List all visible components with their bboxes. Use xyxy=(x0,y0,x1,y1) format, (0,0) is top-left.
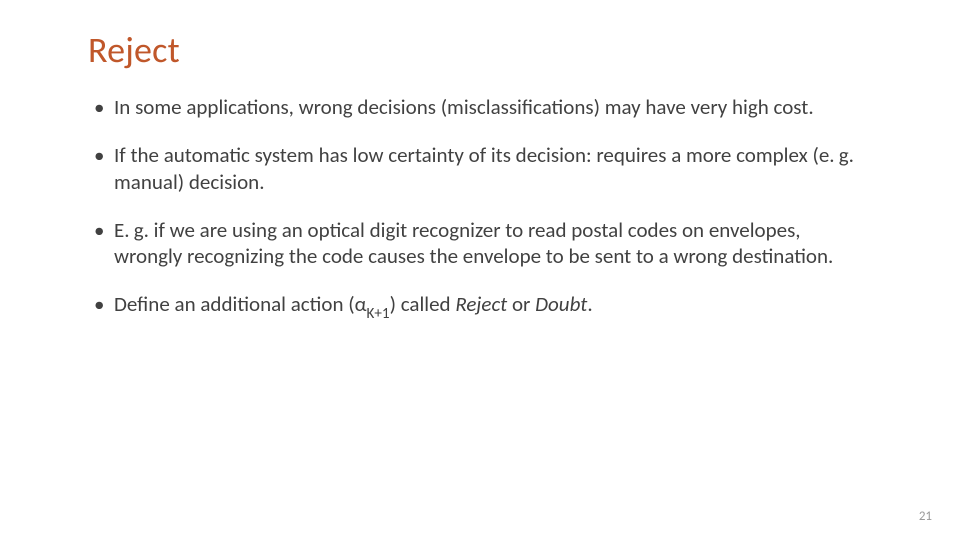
slide-title: Reject xyxy=(88,28,872,72)
italic-term: Doubt xyxy=(535,291,587,317)
bullet-item: In some applications, wrong decisions (m… xyxy=(88,94,872,120)
bullet-list: In some applications, wrong decisions (m… xyxy=(88,94,872,322)
italic-term: Reject xyxy=(455,291,507,317)
bullet-text: If the automatic system has low certaint… xyxy=(114,142,854,194)
bullet-item: If the automatic system has low certaint… xyxy=(88,142,872,195)
bullet-text-pre: Define an additional action (α xyxy=(114,291,367,317)
subscript: K+1 xyxy=(367,305,390,323)
bullet-item: E. g. if we are using an optical digit r… xyxy=(88,217,872,270)
bullet-text-mid: ) called xyxy=(390,291,456,317)
bullet-text: In some applications, wrong decisions (m… xyxy=(114,94,814,120)
bullet-item: Define an additional action (αK+1) calle… xyxy=(88,291,872,322)
page-number: 21 xyxy=(919,509,932,524)
slide: Reject In some applications, wrong decis… xyxy=(0,0,960,540)
bullet-text-or: or xyxy=(507,291,535,317)
bullet-text: E. g. if we are using an optical digit r… xyxy=(114,217,833,269)
bullet-text-post: . xyxy=(587,291,592,317)
